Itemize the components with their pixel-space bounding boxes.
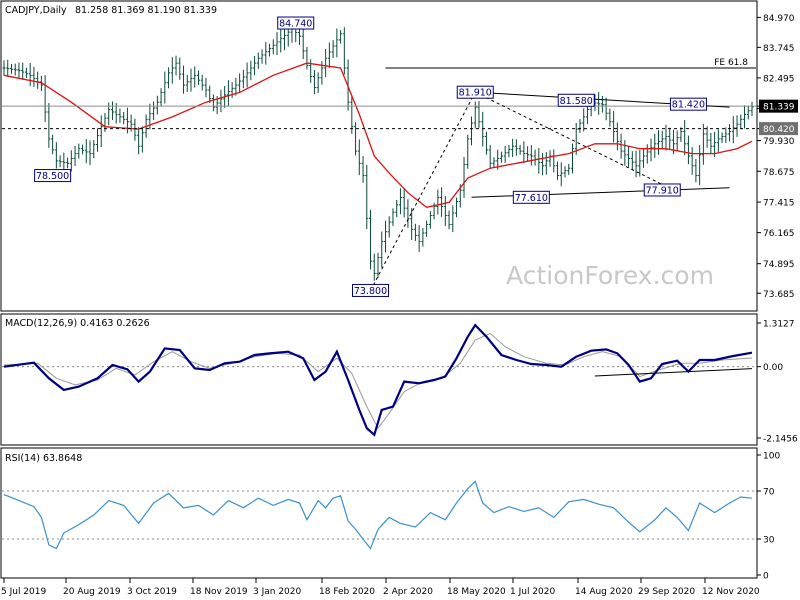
fe-level-label: FE 61.8 (714, 58, 748, 68)
price-y-tick-label: 76.165 (763, 229, 795, 239)
macd-y-tick-label: -2.1456 (763, 435, 798, 445)
macd-y-tick-label: 1.3127 (763, 320, 795, 330)
price-y-tick-label: 74.895 (763, 260, 795, 270)
rsi-y-tick-label: 0 (763, 572, 769, 582)
x-axis-label: 2 Apr 2020 (383, 587, 433, 597)
x-axis-label: 3 Oct 2019 (127, 587, 177, 597)
x-axis-label: 1 Jul 2020 (510, 587, 555, 597)
chart-canvas: ActionForex.com CADJPY,Daily 81.258 81.3… (0, 0, 800, 600)
price-annotation: 77.910 (643, 183, 681, 197)
price-annotation-label: 77.610 (515, 193, 548, 204)
x-axis-label: 29 Sep 2020 (638, 587, 695, 597)
price-y-tick-label: 77.415 (763, 199, 795, 209)
support-level-label: 80.420 (763, 125, 795, 135)
macd-title: MACD(12,26,9) 0.4163 0.2626 (5, 318, 150, 329)
price-annotation-label: 73.800 (354, 286, 387, 297)
price-y-tick-label: 73.685 (763, 290, 795, 300)
price-annotation: 73.800 (352, 283, 390, 297)
price-annotation-label: 81.420 (672, 100, 705, 111)
rsi-y-tick-label: 70 (763, 488, 775, 498)
x-axis-label: 20 Aug 2019 (63, 587, 121, 597)
x-axis-label: 3 Jan 2020 (253, 587, 301, 597)
x-axis-label: 5 Jul 2019 (1, 587, 46, 597)
price-annotation: 84.740 (277, 16, 315, 30)
macd-y-tick-label: 0.00 (763, 363, 783, 373)
x-axis-label: 18 Feb 2020 (319, 587, 375, 597)
chart-ohlc: 81.258 81.369 81.190 81.339 (75, 5, 217, 16)
price-y-tick-label: 82.495 (763, 74, 795, 84)
rsi-y-tick-label: 30 (763, 536, 775, 546)
x-axis-label: 18 Nov 2019 (190, 587, 248, 597)
price-annotation: 81.420 (669, 97, 707, 111)
price-annotation: 77.610 (512, 190, 550, 204)
price-annotation-label: 84.740 (279, 19, 312, 30)
price-annotation-label: 81.910 (459, 88, 492, 99)
price-annotation: 81.580 (557, 93, 595, 107)
price-y-tick-label: 83.745 (763, 44, 795, 54)
price-annotation: 81.910 (456, 85, 494, 99)
x-axis-label: 12 Nov 2020 (702, 587, 760, 597)
price-annotation-label: 81.580 (560, 96, 593, 107)
price-y-tick-label: 78.675 (763, 168, 795, 178)
rsi-title: RSI(14) 63.8648 (5, 453, 82, 464)
watermark: ActionForex.com (506, 261, 714, 290)
price-annotation-label: 77.910 (646, 185, 679, 196)
x-axis-label: 18 May 2020 (447, 587, 506, 597)
rsi-y-tick-label: 100 (763, 452, 780, 462)
chart-symbol: CADJPY,Daily (5, 5, 67, 16)
last-price-label: 81.339 (763, 103, 795, 113)
x-axis-label: 14 Aug 2020 (575, 587, 633, 597)
price-y-tick-label: 79.930 (763, 137, 795, 147)
price-y-tick-label: 84.970 (763, 14, 795, 24)
price-annotation-label: 78.500 (36, 171, 69, 182)
price-annotation: 78.500 (34, 169, 72, 183)
